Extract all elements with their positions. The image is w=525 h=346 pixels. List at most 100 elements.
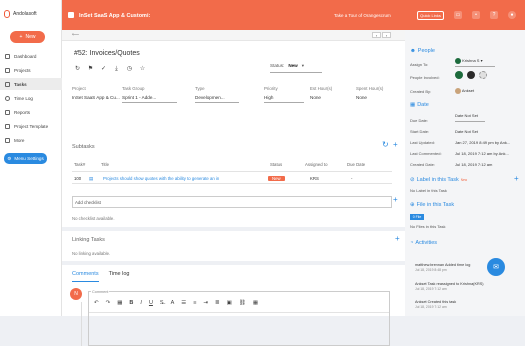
activity-icon: ◔	[410, 240, 414, 246]
status-underline	[270, 72, 322, 73]
field-underline	[264, 102, 304, 103]
field-value: InSet SaaS App & Cu...	[72, 95, 120, 100]
sidebar: Andolasoft + New Dashboard Projects Task…	[0, 0, 62, 316]
field-underline	[195, 102, 239, 103]
underline-icon[interactable]: U	[149, 300, 153, 306]
link-icon[interactable]: ⛓	[239, 300, 246, 306]
assign-to-select[interactable]: Krishna S ▾	[455, 58, 495, 67]
assign-to-value: Krishna S	[462, 58, 480, 64]
people-icon: ☻	[410, 48, 416, 54]
avatar[interactable]: ●	[508, 11, 516, 19]
add-person-icon[interactable]	[479, 71, 487, 79]
back-arrow-icon[interactable]: ⟵	[72, 33, 84, 38]
tour-link[interactable]: Take a Tour of Orangescrum	[334, 13, 391, 18]
activity-text: Ankset Created this task	[415, 300, 457, 304]
new-button[interactable]: + New	[10, 31, 45, 43]
task-subbar: ⟵ ‹ ›	[62, 30, 405, 41]
sidebar-item-dashboard[interactable]: Dashboard	[0, 50, 62, 62]
add-subtask-button[interactable]: +	[393, 141, 398, 149]
file-icon: ⊕	[410, 202, 415, 208]
checklist-input[interactable]: Add checklist	[72, 196, 392, 208]
pager: ‹ ›	[372, 32, 391, 38]
menu-settings-label: Menu Settings	[14, 156, 44, 161]
linking-empty: No linking available.	[72, 251, 111, 256]
add-label-button[interactable]: +	[514, 175, 519, 183]
chat-icon[interactable]: ▭	[454, 11, 462, 19]
start-date-label: Start Date:	[410, 129, 430, 134]
avatar[interactable]	[467, 71, 475, 79]
status-select[interactable]: Status: New ▾	[270, 63, 304, 69]
chat-bubble-icon[interactable]: ✉	[487, 258, 505, 276]
field-value: None	[310, 95, 321, 100]
tab-comments[interactable]: Comments	[72, 271, 99, 282]
redo-icon[interactable]: ↷	[106, 300, 111, 306]
align-icon[interactable]: ≣	[215, 300, 220, 306]
indent-icon[interactable]: ⇥	[203, 300, 208, 306]
help-icon[interactable]: ?	[490, 11, 498, 19]
undo-icon[interactable]: ↶	[94, 300, 99, 306]
due-date-label: Due Date:	[410, 118, 429, 123]
refresh-icon[interactable]: ↻	[74, 66, 81, 73]
project-field[interactable]: Project InSet SaaS App & Cu...	[72, 86, 127, 100]
avatar[interactable]	[455, 71, 463, 79]
home-icon[interactable]	[68, 12, 74, 18]
table-icon[interactable]: ▦	[253, 300, 258, 306]
est-hours-field[interactable]: Est Hour(s) None	[310, 86, 350, 100]
check-icon[interactable]: ✓	[100, 66, 107, 73]
col-assigned: Assigned to	[305, 162, 328, 167]
image-icon[interactable]: ▣	[227, 300, 232, 306]
sidebar-item-tasks[interactable]: Tasks	[0, 78, 62, 90]
topbar: InSet SaaS App & Customi: Take a Tour of…	[62, 0, 525, 30]
bell-icon[interactable]: •	[472, 11, 480, 19]
gear-icon: ⚙	[7, 155, 12, 161]
spent-hours-field[interactable]: Spent Hour(s) None	[356, 86, 396, 100]
task-type-icon: ▤	[89, 176, 94, 181]
format-icon[interactable]: ▦	[117, 300, 122, 306]
due-date-input[interactable]: Date Not Set	[455, 113, 485, 122]
last-commented-label: Last Commented:	[410, 151, 442, 156]
brand[interactable]: Andolasoft	[4, 10, 37, 18]
next-icon[interactable]: ›	[382, 32, 391, 38]
people-section: ☻ People	[410, 48, 435, 54]
bold-icon[interactable]: B	[129, 300, 133, 306]
last-updated-value: Jan 27, 2019 8:49 pm by Ank...	[455, 140, 511, 145]
download-icon[interactable]: ⤓	[113, 66, 120, 73]
task-actions: ↻ ⚑ ✓ ⤓ ◷ ☆	[74, 66, 146, 73]
tab-timelog[interactable]: Time log	[109, 271, 130, 282]
linking-title: Linking Tasks	[72, 237, 105, 243]
sidebar-item-projects[interactable]: Projects	[0, 64, 62, 76]
italic-icon[interactable]: I	[140, 300, 142, 306]
project-selector[interactable]: InSet SaaS App & Customi:	[79, 13, 150, 19]
taskgroup-field[interactable]: Task Group Sprint 1 - Adde...	[122, 86, 177, 103]
sidebar-item-timelog[interactable]: Time Log	[0, 92, 62, 104]
cell-title[interactable]: Projects should show quotes with the abi…	[103, 176, 219, 181]
type-field[interactable]: Type Developmen...	[195, 86, 239, 103]
priority-field[interactable]: Priority High	[264, 86, 304, 103]
table-row[interactable]: 100 ▤ Projects should show quotes with t…	[72, 171, 392, 184]
col-due: Due Date	[347, 162, 366, 167]
refresh-icon[interactable]: ↻	[382, 141, 389, 149]
numbered-list-icon[interactable]: ≡	[193, 300, 196, 306]
sidebar-item-reports[interactable]: Reports	[0, 106, 62, 118]
clock-icon	[5, 95, 10, 101]
comment-tabs: Comments Time log	[72, 271, 129, 282]
add-link-button[interactable]: +	[395, 235, 400, 243]
sidebar-item-project-template[interactable]: Project Template	[0, 120, 62, 132]
bullet-list-icon[interactable]: ☰	[181, 300, 186, 306]
field-underline	[122, 102, 177, 103]
clock-icon[interactable]: ◷	[126, 66, 133, 73]
quick-links-button[interactable]: Quick Links	[417, 11, 444, 20]
cell-assigned: KRS	[310, 176, 319, 181]
comment-editor[interactable]: Comment ↶ ↷ ▦ B I U S̶ A ☰ ≡ ⇥ ≣ ▣ ⛓ ▦	[88, 290, 390, 346]
add-checklist-button[interactable]: +	[393, 196, 398, 204]
menu-settings-button[interactable]: ⚙ Menu Settings	[4, 153, 47, 164]
checklist-placeholder: Add checklist	[75, 200, 101, 205]
people-involved-label: People Involved:	[410, 75, 440, 80]
text-color-icon[interactable]: A	[171, 300, 175, 306]
strikethrough-icon[interactable]: S̶	[160, 300, 164, 306]
star-icon[interactable]: ☆	[139, 66, 146, 73]
sidebar-item-more[interactable]: More	[0, 134, 62, 146]
prev-icon[interactable]: ‹	[372, 32, 381, 38]
flag-icon[interactable]: ⚑	[87, 66, 94, 73]
sidebar-item-label: More	[14, 137, 25, 143]
